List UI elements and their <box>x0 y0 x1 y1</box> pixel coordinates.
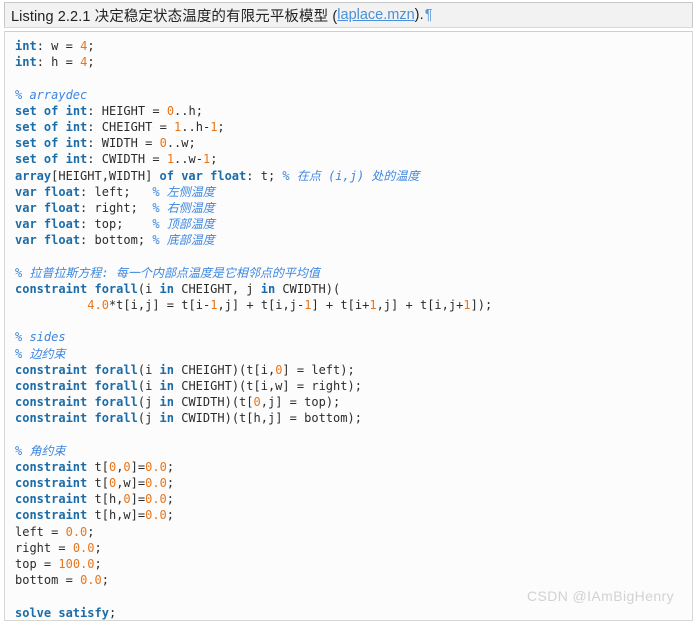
code-line <box>15 70 692 86</box>
code-line: bottom = 0.0; <box>15 572 692 588</box>
listing-caption-suffix: ). <box>415 7 424 23</box>
code-line: set of int: CHEIGHT = 1..h-1; <box>15 119 692 135</box>
code-line <box>15 248 692 264</box>
code-line: constraint t[h,w]=0.0; <box>15 507 692 523</box>
code-line: right = 0.0; <box>15 540 692 556</box>
code-panel: int: w = 4;int: h = 4; % arraydecset of … <box>4 31 693 621</box>
listing-caption-bar: Listing 2.2.1 决定稳定状态温度的有限元平板模型 (laplace.… <box>4 2 693 28</box>
code-line: constraint forall(i in CHEIGHT)(t[i,w] =… <box>15 378 692 394</box>
code-block: int: w = 4;int: h = 4; % arraydecset of … <box>15 38 692 621</box>
code-line: constraint t[h,0]=0.0; <box>15 491 692 507</box>
code-line: top = 100.0; <box>15 556 692 572</box>
code-scroll-area[interactable]: int: w = 4;int: h = 4; % arraydecset of … <box>5 32 692 621</box>
code-line: solve satisfy; <box>15 605 692 621</box>
code-line: set of int: CWIDTH = 1..w-1; <box>15 151 692 167</box>
code-line: constraint t[0,0]=0.0; <box>15 459 692 475</box>
code-line <box>15 313 692 329</box>
pilcrow-icon: ¶ <box>425 7 433 23</box>
code-line: constraint forall(i in CHEIGHT, j in CWI… <box>15 281 692 297</box>
code-line <box>15 427 692 443</box>
code-line: % 拉普拉斯方程: 每一个内部点温度是它相邻点的平均值 <box>15 265 692 281</box>
code-line: constraint forall(i in CHEIGHT)(t[i,0] =… <box>15 362 692 378</box>
code-line: array[HEIGHT,WIDTH] of var float: t; % 在… <box>15 168 692 184</box>
listing-figure: Listing 2.2.1 决定稳定状态温度的有限元平板模型 (laplace.… <box>0 2 697 626</box>
listing-caption-prefix: Listing 2.2.1 决定稳定状态温度的有限元平板模型 ( <box>11 5 337 26</box>
code-line: constraint forall(j in CWIDTH)(t[h,j] = … <box>15 410 692 426</box>
code-line: constraint forall(j in CWIDTH)(t[0,j] = … <box>15 394 692 410</box>
code-line: set of int: HEIGHT = 0..h; <box>15 103 692 119</box>
code-line: 4.0*t[i,j] = t[i-1,j] + t[i,j-1] + t[i+1… <box>15 297 692 313</box>
code-line: constraint t[0,w]=0.0; <box>15 475 692 491</box>
code-line: var float: top; % 顶部温度 <box>15 216 692 232</box>
code-line: % 角约束 <box>15 443 692 459</box>
code-line: var float: left; % 左侧温度 <box>15 184 692 200</box>
code-line: % 边约束 <box>15 346 692 362</box>
code-line: % sides <box>15 329 692 345</box>
code-line: set of int: WIDTH = 0..w; <box>15 135 692 151</box>
code-line: int: w = 4; <box>15 38 692 54</box>
listing-file-link[interactable]: laplace.mzn <box>337 7 414 23</box>
code-line: int: h = 4; <box>15 54 692 70</box>
code-line <box>15 588 692 604</box>
code-line: left = 0.0; <box>15 524 692 540</box>
code-line: var float: bottom; % 底部温度 <box>15 232 692 248</box>
code-line: var float: right; % 右侧温度 <box>15 200 692 216</box>
code-line: % arraydec <box>15 87 692 103</box>
